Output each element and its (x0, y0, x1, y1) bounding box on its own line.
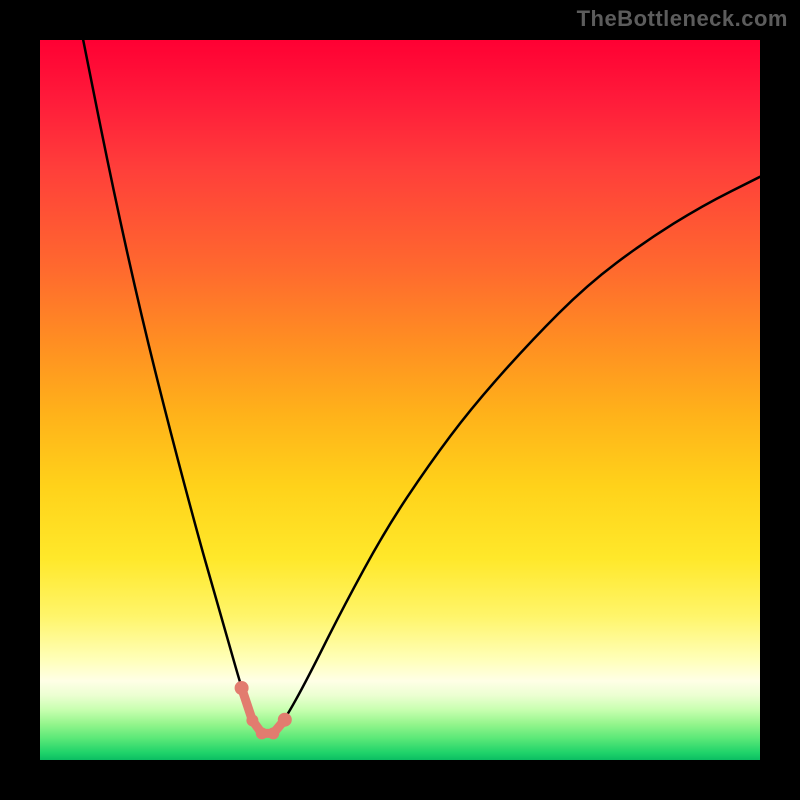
chart-container: TheBottleneck.com (0, 0, 800, 800)
marker-point (278, 713, 292, 727)
marker-point (235, 681, 249, 695)
marker-point (256, 727, 268, 739)
curve-svg (40, 40, 760, 760)
plot-area (40, 40, 760, 760)
marker-group (235, 681, 292, 739)
marker-point (246, 714, 258, 726)
watermark-text: TheBottleneck.com (577, 6, 788, 32)
marker-link (242, 688, 285, 733)
marker-point (267, 727, 279, 739)
bottleneck-curve (83, 40, 760, 733)
